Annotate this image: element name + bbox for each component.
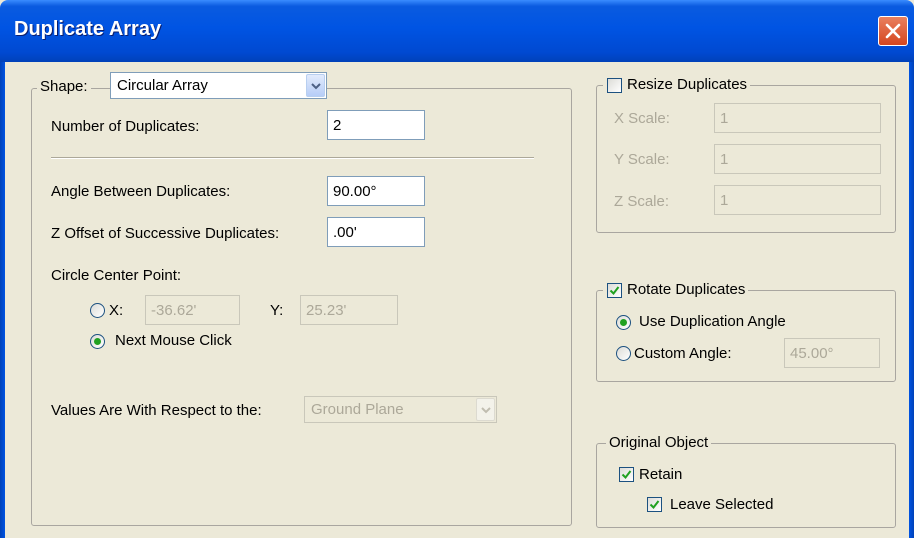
shape-label: Shape: xyxy=(37,78,91,95)
resize-duplicates-label: Resize Duplicates xyxy=(603,76,751,93)
checkmark-icon xyxy=(609,286,620,296)
window-border-right xyxy=(909,62,914,538)
rotate-group xyxy=(596,290,896,382)
checkmark-icon xyxy=(649,500,660,510)
y-scale-label: Y Scale: xyxy=(614,151,670,168)
respect-to-select[interactable]: Ground Plane xyxy=(304,396,497,423)
x-scale-field[interactable]: 1 xyxy=(714,103,881,133)
checkmark-icon xyxy=(621,470,632,480)
custom-angle-label: Custom Angle: xyxy=(634,345,732,362)
z-offset-label: Z Offset of Successive Duplicates: xyxy=(51,225,280,242)
custom-angle-radio[interactable] xyxy=(616,346,631,361)
shape-select[interactable]: Circular Array xyxy=(110,72,327,99)
number-of-duplicates-label: Number of Duplicates: xyxy=(51,118,200,135)
next-mouse-click-radio[interactable] xyxy=(90,334,105,349)
original-object-group xyxy=(596,443,896,528)
center-x-radio[interactable] xyxy=(90,303,105,318)
radio-selected-dot xyxy=(620,319,627,326)
use-duplication-angle-radio[interactable] xyxy=(616,315,631,330)
separator xyxy=(51,157,534,159)
circle-center-label: Circle Center Point: xyxy=(51,267,182,284)
window-border-left xyxy=(0,62,5,538)
use-duplication-angle-label: Use Duplication Angle xyxy=(639,313,786,330)
chevron-down-icon xyxy=(311,83,321,90)
y-scale-field[interactable]: 1 xyxy=(714,144,881,174)
center-x-label: X: xyxy=(109,302,124,319)
respect-to-label: Values Are With Respect to the: xyxy=(51,402,262,419)
close-button[interactable] xyxy=(878,16,908,46)
z-scale-field[interactable]: 1 xyxy=(714,185,881,215)
center-y-field[interactable]: 25.23' xyxy=(300,295,398,325)
center-x-field[interactable]: -36.62' xyxy=(145,295,240,325)
chevron-down-icon xyxy=(481,407,491,414)
window-title: Duplicate Array xyxy=(14,18,162,40)
retain-label: Retain xyxy=(639,466,683,483)
resize-duplicates-checkbox[interactable] xyxy=(607,78,622,93)
close-icon xyxy=(885,23,901,39)
respect-to-dropdown-button[interactable] xyxy=(476,398,495,421)
title-bar[interactable]: Duplicate Array xyxy=(0,0,914,62)
z-scale-label: Z Scale: xyxy=(614,193,670,210)
retain-checkbox[interactable] xyxy=(619,467,634,482)
original-object-label: Original Object xyxy=(606,434,712,451)
number-of-duplicates-field[interactable]: 2 xyxy=(327,110,425,140)
angle-between-field[interactable]: 90.00° xyxy=(327,176,425,206)
shape-dropdown-button[interactable] xyxy=(306,74,325,97)
z-offset-field[interactable]: .00' xyxy=(327,217,425,247)
rotate-duplicates-checkbox[interactable] xyxy=(607,283,622,298)
leave-selected-checkbox[interactable] xyxy=(647,497,662,512)
angle-between-label: Angle Between Duplicates: xyxy=(51,183,231,200)
radio-selected-dot xyxy=(94,338,101,345)
next-mouse-click-label: Next Mouse Click xyxy=(115,332,232,349)
rotate-duplicates-label: Rotate Duplicates xyxy=(603,281,749,298)
custom-angle-field[interactable]: 45.00° xyxy=(784,338,880,368)
shape-select-value: Circular Array xyxy=(117,77,208,94)
leave-selected-label: Leave Selected xyxy=(670,496,774,513)
respect-to-select-value: Ground Plane xyxy=(311,401,404,418)
center-y-label: Y: xyxy=(270,302,284,319)
x-scale-label: X Scale: xyxy=(614,110,670,127)
